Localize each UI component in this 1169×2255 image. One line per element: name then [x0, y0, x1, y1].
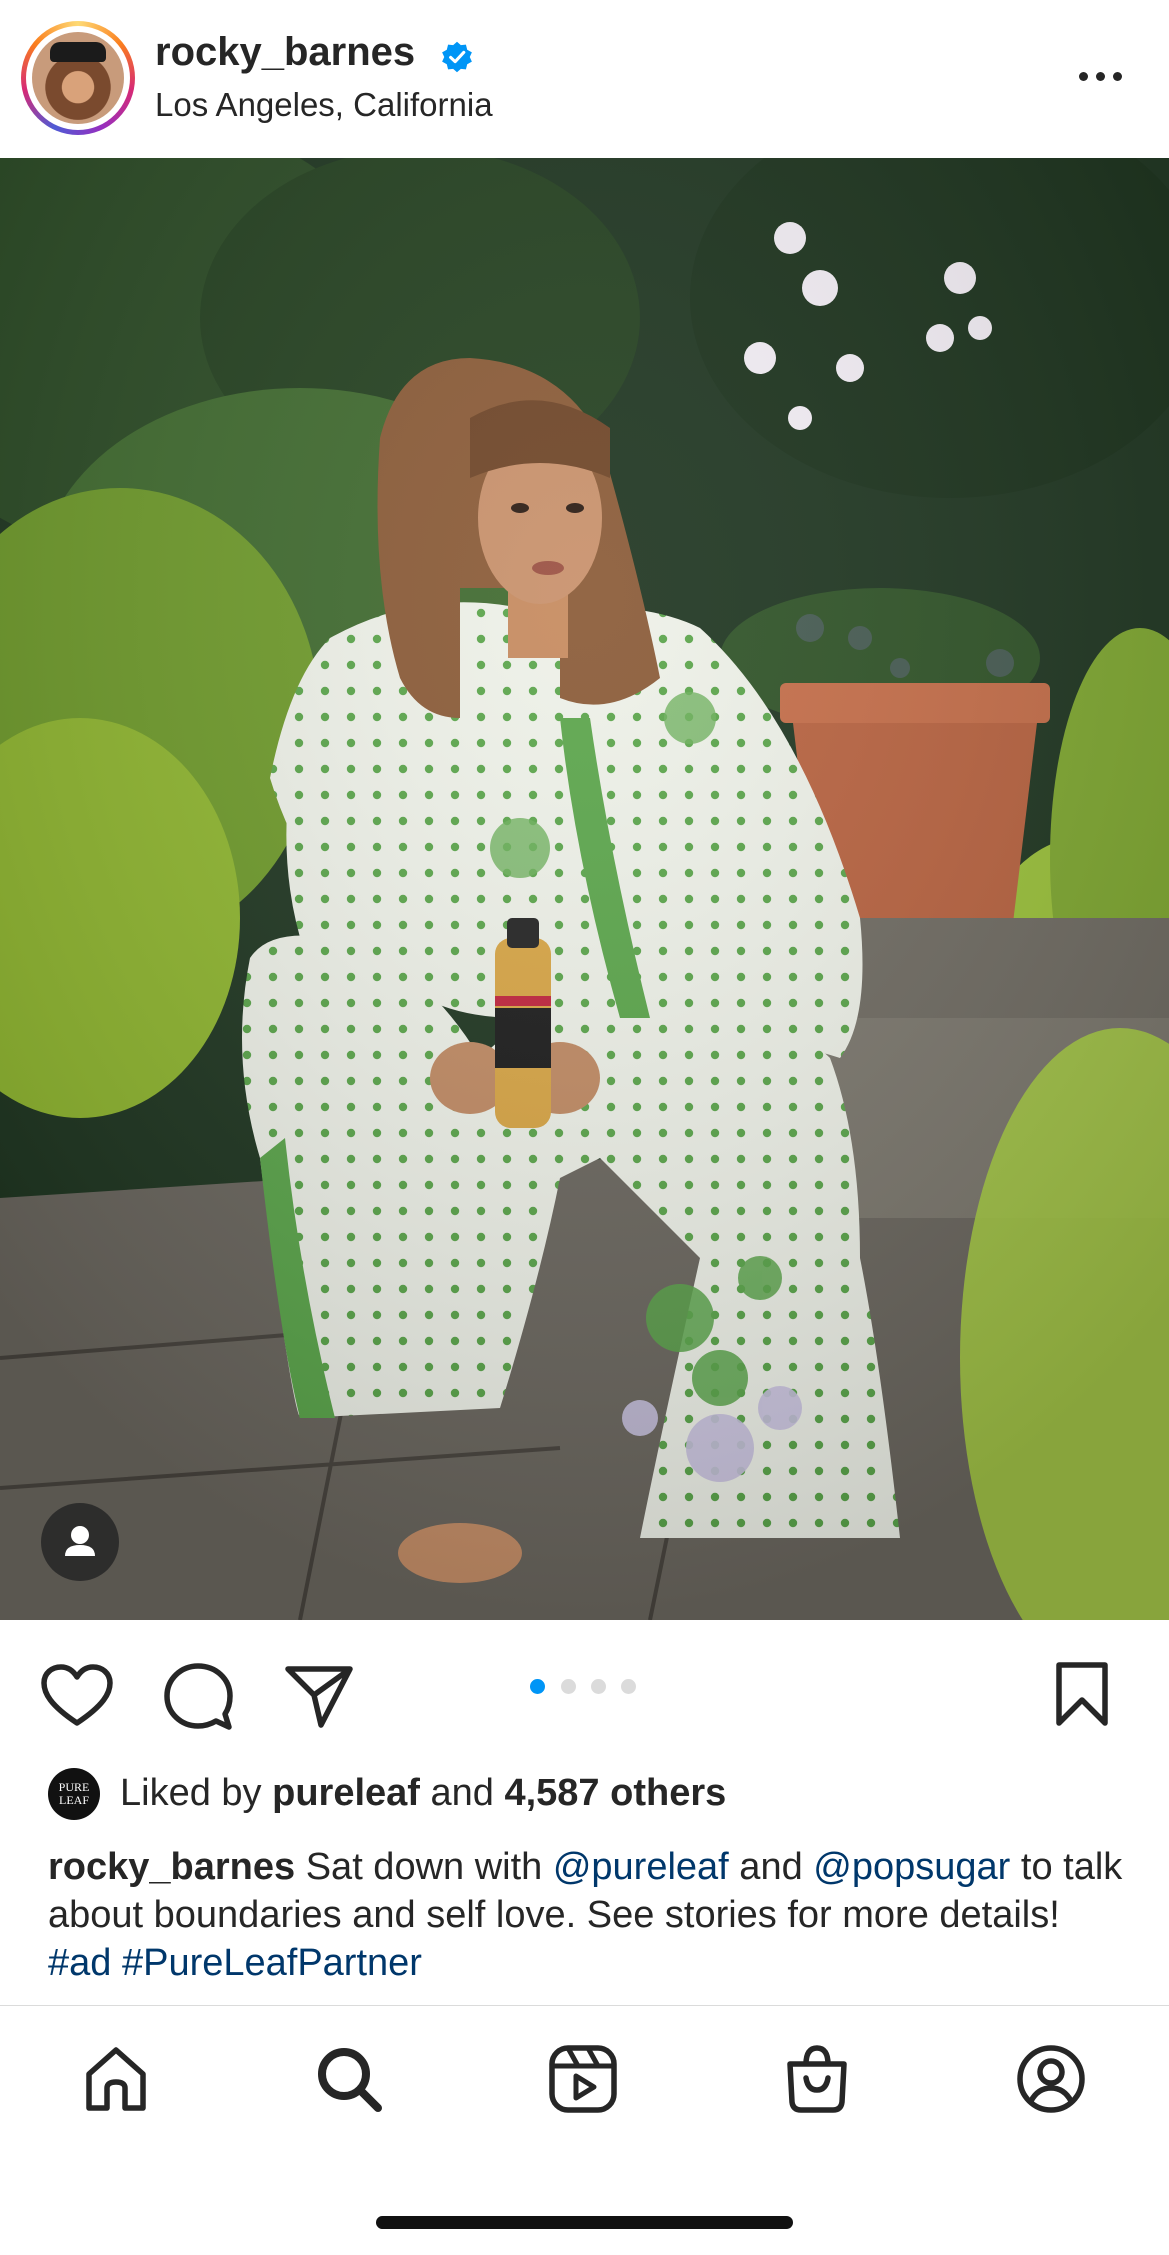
- post-photo[interactable]: [0, 158, 1169, 1620]
- comment-icon[interactable]: [163, 1662, 233, 1732]
- caption-username[interactable]: rocky_barnes: [48, 1846, 295, 1888]
- likes-prefix: Liked by: [120, 1772, 262, 1814]
- likes-user[interactable]: pureleaf: [272, 1772, 420, 1814]
- avatar-image: [32, 32, 124, 124]
- shop-icon[interactable]: [782, 2044, 852, 2114]
- search-icon[interactable]: [314, 2044, 384, 2114]
- caption-mention[interactable]: @pureleaf: [553, 1846, 729, 1888]
- share-icon[interactable]: [284, 1663, 354, 1729]
- photo-illustration: [0, 158, 1169, 1620]
- post-header: rocky_barnes Los Angeles, California: [0, 0, 1169, 158]
- home-indicator[interactable]: [376, 2216, 793, 2229]
- caption-mention[interactable]: @popsugar: [813, 1846, 1010, 1888]
- post-location[interactable]: Los Angeles, California: [155, 86, 493, 124]
- caption-text: [111, 1942, 122, 1984]
- user-icon: [65, 1526, 95, 1556]
- profile-avatar[interactable]: [21, 21, 135, 135]
- likes-others[interactable]: 4,587 others: [504, 1772, 726, 1814]
- tabbar-divider: [0, 2005, 1169, 2006]
- more-options-icon[interactable]: [1075, 62, 1127, 92]
- carousel-indicator: [530, 1677, 640, 1697]
- liker-avatar-text: PURE LEAF: [58, 1780, 90, 1807]
- likes-conjunction: and: [430, 1772, 494, 1814]
- caption-text: and: [728, 1846, 814, 1888]
- verified-badge-icon: [442, 41, 472, 73]
- caption-text: Sat down with: [295, 1846, 553, 1888]
- post-caption: rocky_barnes Sat down with @pureleaf and…: [48, 1843, 1128, 1987]
- heart-icon[interactable]: [40, 1663, 114, 1729]
- home-icon[interactable]: [81, 2044, 151, 2114]
- post-username[interactable]: rocky_barnes: [155, 30, 415, 75]
- bookmark-icon[interactable]: [1054, 1660, 1110, 1728]
- reels-icon[interactable]: [548, 2044, 618, 2114]
- caption-hashtag[interactable]: #PureLeafPartner: [122, 1942, 422, 1984]
- tagged-people-button[interactable]: [41, 1503, 119, 1581]
- profile-icon[interactable]: [1016, 2044, 1086, 2114]
- caption-hashtag[interactable]: #ad: [48, 1942, 111, 1984]
- likes-summary[interactable]: Liked by pureleaf and 4,587 others: [120, 1772, 726, 1815]
- liker-avatar[interactable]: PURE LEAF: [48, 1768, 100, 1820]
